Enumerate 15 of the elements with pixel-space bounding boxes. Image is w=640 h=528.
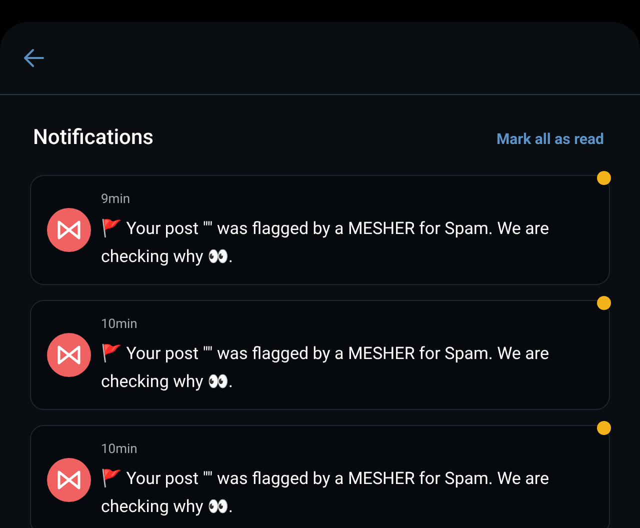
- notification-message: 🚩 Your post "" was flagged by a MESHER for Spam. We are checking why 👀.: [101, 343, 550, 394]
- notification-card[interactable]: 10min 🚩 Your post "" was flagged by a MESHER for Spam. We are checking why 👀.: [30, 424, 610, 528]
- notification-time: 10min: [101, 440, 138, 459]
- bowtie-avatar-icon: [47, 458, 91, 502]
- mark-all-read-link[interactable]: Mark all as read: [496, 128, 604, 150]
- notification-time: 10min: [101, 316, 138, 334]
- bowtie-avatar-icon: [47, 332, 91, 376]
- bowtie-avatar-icon: [47, 208, 91, 252]
- notification-message: 🚩 Your post "" was flagged by a MESHER for Spam. We are checking why 👀.: [101, 218, 550, 270]
- notification-card[interactable]: 9min 🚩 Your post "" was flagged by a MESHER for Spam. We are checking why 👀.: [30, 174, 610, 284]
- notification-message: 🚩 Your post "" was flagged by a MESHER for Spam. We are checking why 👀.: [101, 468, 550, 520]
- notification-time: 9min: [101, 190, 132, 209]
- notification-card[interactable]: 10min 🚩 Your post "" was flagged by a MESHER for Spam. We are checking why 👀.: [30, 300, 610, 410]
- page-title: Notifications: [33, 125, 154, 152]
- back-arrow-icon: [22, 46, 46, 70]
